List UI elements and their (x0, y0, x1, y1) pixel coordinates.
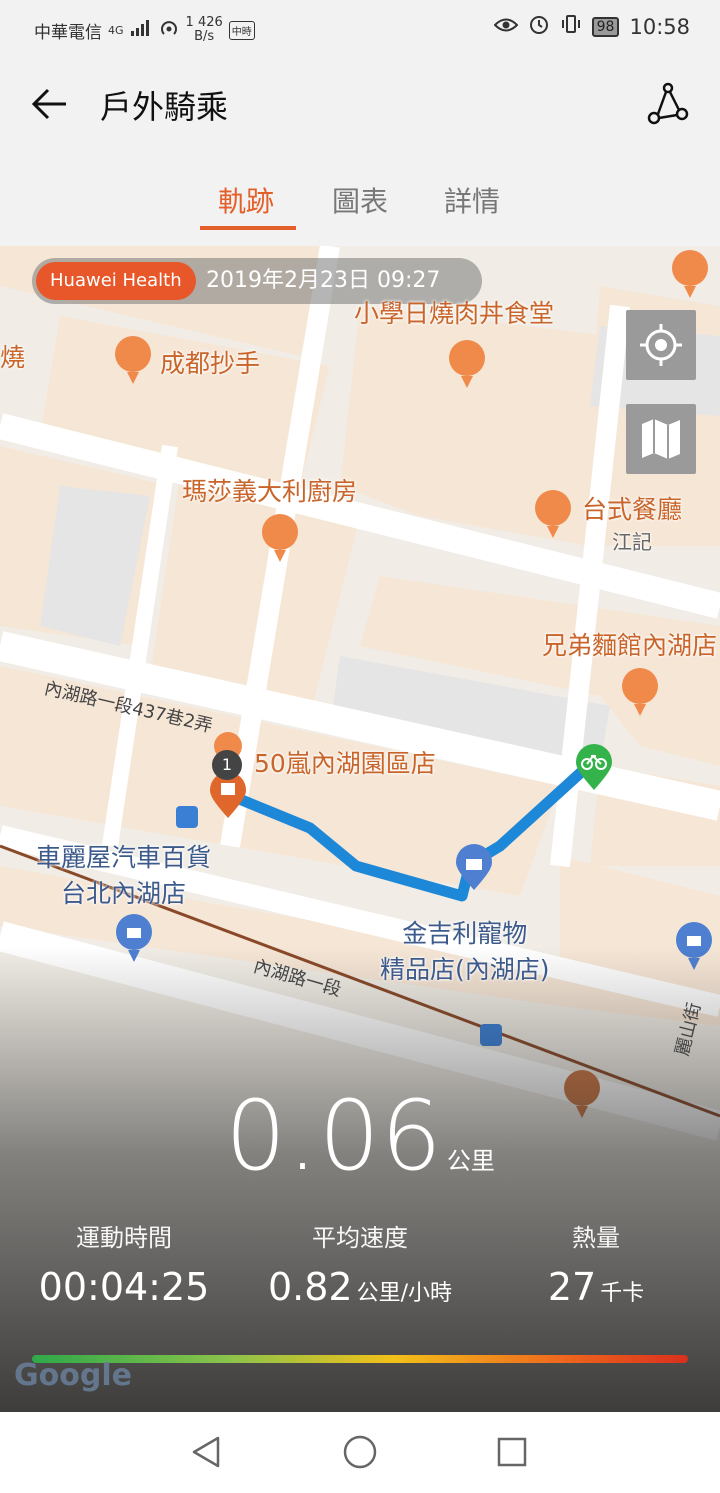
poi-name: 車麗屋汽車百貨 (36, 843, 212, 872)
back-button[interactable] (30, 84, 70, 124)
start-label-number: 1 (221, 755, 233, 774)
carrier-name: 中華電信 (34, 22, 102, 43)
news-app-icon: 中時 (228, 20, 255, 40)
distance-summary: 0.06 公里 (0, 1080, 720, 1192)
poi-name: 台式餐廳 (582, 495, 683, 524)
end-pin[interactable] (574, 744, 614, 792)
tab-chart[interactable]: 圖表 (332, 180, 388, 220)
poi-label: 兄弟麵館內湖店 (542, 631, 718, 660)
distance-unit: 公里 (446, 1147, 495, 1175)
folded-map-icon (642, 419, 680, 459)
page-title: 戶外騎乘 (100, 88, 229, 126)
map-type-button[interactable] (626, 404, 696, 474)
crosshair-icon (640, 324, 682, 366)
nav-home-button[interactable] (340, 1432, 380, 1472)
google-logo: Google (14, 1358, 132, 1393)
bike-icon (576, 744, 612, 790)
signal-icon (130, 19, 152, 42)
poi-subname: 精品店(內湖店) (380, 955, 550, 984)
poi-subname: 江記 (612, 530, 652, 554)
shopping-bag-icon (456, 844, 492, 890)
poi-subname: 台北內湖店 (61, 879, 187, 908)
pet-shop-pin[interactable] (454, 844, 494, 892)
stat-value: 0.82 公里/小時 (240, 1265, 480, 1309)
tab-track[interactable]: 軌跡 (218, 180, 274, 220)
stat-label: 熱量 (572, 1224, 620, 1252)
nav-recents-button[interactable] (492, 1432, 532, 1472)
triangle-back-icon (192, 1436, 220, 1468)
stat-unit: 千卡 (600, 1281, 645, 1306)
alarm-icon (528, 13, 550, 40)
tab-details[interactable]: 詳情 (444, 180, 500, 220)
vibrate-icon (560, 13, 582, 40)
poi-label: 燒 (0, 343, 26, 372)
status-right: 98 10:58 (493, 13, 690, 40)
stat-number: 27 (547, 1265, 597, 1309)
tab-bar: 軌跡 圖表 詳情 (0, 152, 720, 246)
net-speed: 1 426 B/s (186, 16, 223, 44)
circle-home-icon (343, 1435, 377, 1469)
stat-value: 00:04:25 (4, 1265, 244, 1309)
app-bar: 戶外騎乘 (0, 56, 720, 152)
route-icon (647, 82, 689, 125)
battery-level: 98 (596, 18, 615, 35)
stat-number: 00:04:25 (38, 1265, 210, 1309)
poi-name: 金吉利寵物 (402, 919, 528, 948)
net-speed-prefix: 1 (185, 15, 194, 30)
arrow-left-icon (31, 88, 66, 120)
distance-value: 0.06 (225, 1080, 443, 1192)
stat-calories: 熱量 27 千卡 (476, 1218, 716, 1309)
brand-label: Huawei Health (36, 262, 196, 300)
clock: 10:58 (629, 14, 690, 39)
status-left: 中華電信 4G 1 426 B/s 中時 (34, 16, 255, 44)
status-bar: 中華電信 4G 1 426 B/s 中時 98 10:58 (0, 0, 720, 56)
tab-active-indicator (200, 226, 296, 230)
eye-icon (493, 15, 519, 39)
net-speed-unit: B/s (194, 29, 215, 44)
poi-label: 台式餐廳 江記 (582, 490, 682, 555)
net-speed-value: 426 (197, 15, 223, 30)
stat-label: 運動時間 (76, 1224, 172, 1252)
stat-duration: 運動時間 00:04:25 (4, 1218, 244, 1309)
stat-unit: 公里/小時 (356, 1281, 453, 1306)
network-type: 4G (108, 23, 124, 37)
poi-label: 成都抄手 (160, 349, 261, 378)
news-badge-label: 中時 (231, 26, 252, 38)
nav-back-button[interactable] (186, 1432, 226, 1472)
poi-label: 金吉利寵物 精品店(內湖店) (380, 914, 550, 986)
poi-label: 50嵐內湖園區店 (254, 749, 436, 778)
poi-label: 瑪莎義大利廚房 (182, 477, 358, 506)
stat-value: 27 千卡 (476, 1265, 716, 1309)
system-nav-bar (0, 1412, 720, 1493)
stat-label: 平均速度 (312, 1224, 408, 1252)
stat-number: 0.82 (267, 1265, 353, 1309)
stat-avg-speed: 平均速度 0.82 公里/小時 (240, 1218, 480, 1309)
square-recents-icon (497, 1437, 527, 1467)
locate-button[interactable] (626, 310, 696, 380)
poi-label: 小學日燒肉丼食堂 (354, 299, 555, 328)
poi-label: 車麗屋汽車百貨 台北內湖店 (36, 838, 211, 910)
route-button[interactable] (646, 82, 690, 126)
start-label-bubble: 1 (212, 750, 242, 780)
battery-icon: 98 (591, 16, 620, 37)
hotspot-icon (158, 18, 180, 43)
